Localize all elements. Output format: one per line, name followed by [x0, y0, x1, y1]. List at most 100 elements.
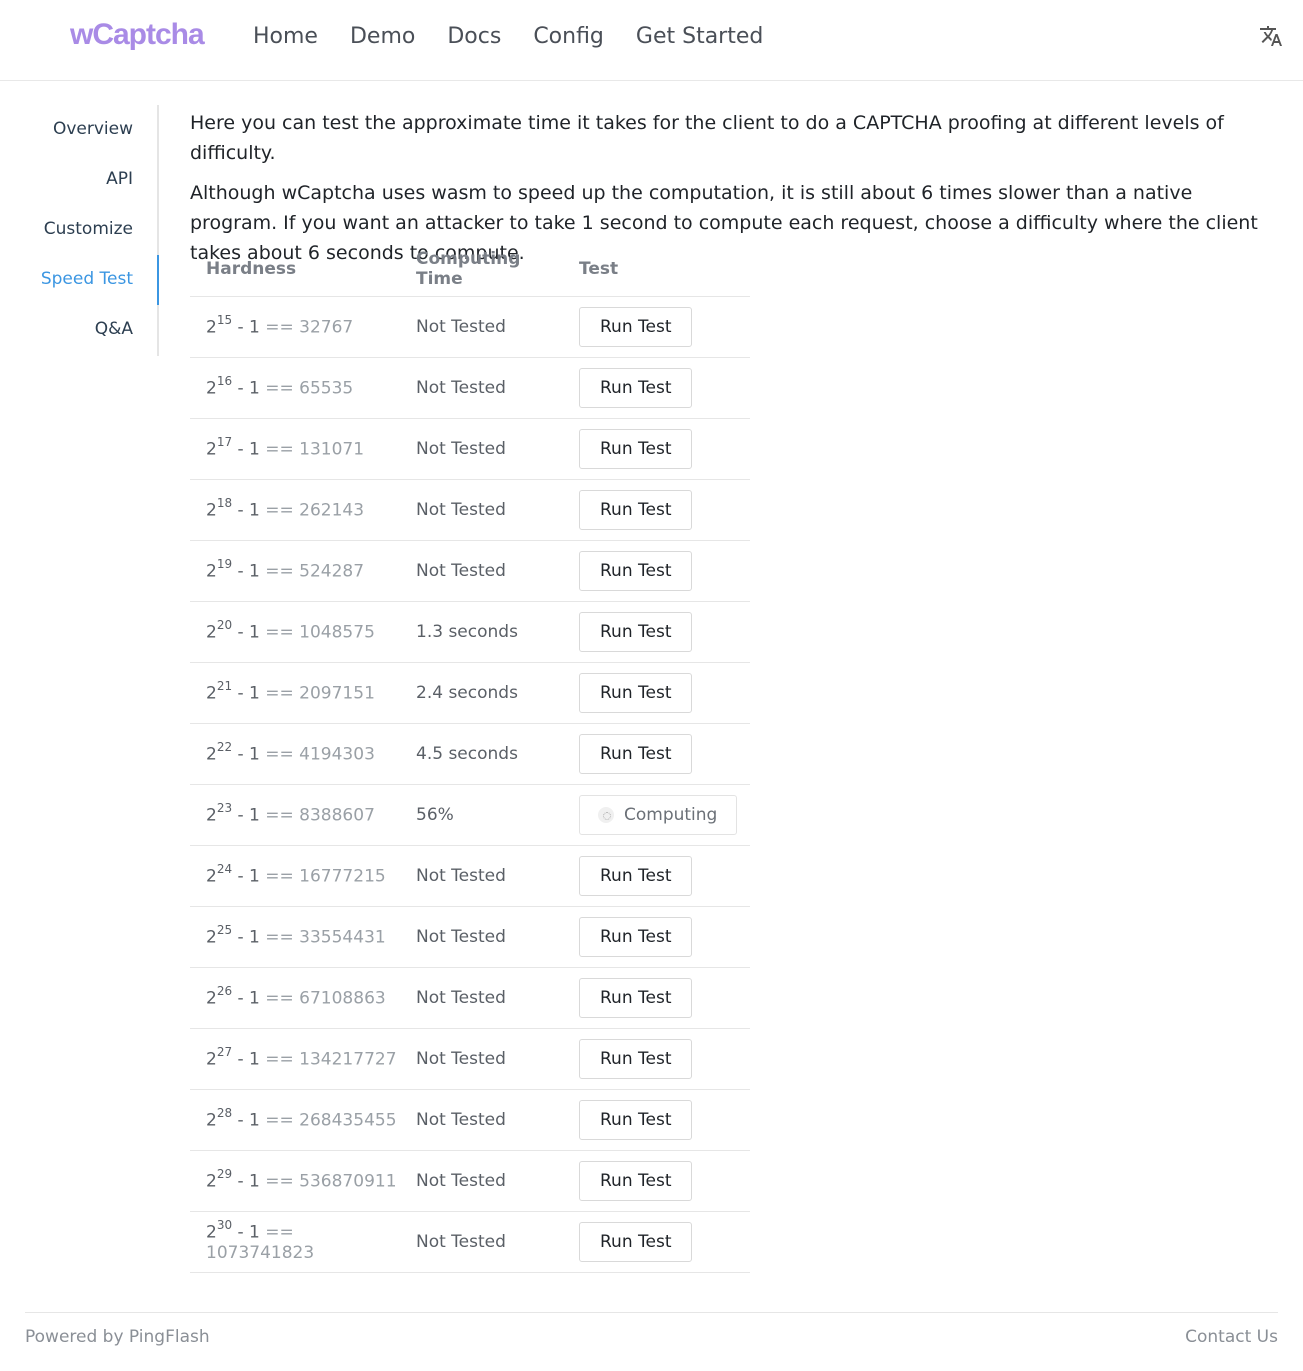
- hardness-minus: - 1: [237, 988, 260, 1009]
- hardness-exponent: 30: [216, 1218, 233, 1233]
- table-row: 218 - 1 == 262143 Not Tested Run Test: [190, 479, 750, 541]
- sidebar-item-overview[interactable]: Overview: [53, 119, 133, 139]
- hardness-minus: - 1: [237, 1171, 260, 1192]
- run-test-button[interactable]: Run Test: [579, 977, 693, 1018]
- test-cell: Run Test: [563, 1150, 750, 1212]
- table-row: 215 - 1 == 32767 Not Tested Run Test: [190, 296, 750, 358]
- computing-time: Not Tested: [416, 1170, 506, 1191]
- test-cell: Run Test: [563, 418, 750, 480]
- hardness-exponent: 28: [216, 1106, 233, 1121]
- computing-time-cell: Not Tested: [400, 418, 563, 480]
- computing-time: Not Tested: [416, 1109, 506, 1130]
- top-navbar: wCaptcha Home Demo Docs Config Get Start…: [0, 0, 1303, 81]
- computing-time: Not Tested: [416, 316, 506, 337]
- computing-time-cell: Not Tested: [400, 357, 563, 419]
- hardness-base: 2: [206, 1222, 217, 1243]
- run-test-button[interactable]: Run Test: [579, 428, 693, 469]
- hardness-cell: 222 - 1 == 4194303: [190, 723, 400, 785]
- table-header-row: Hardness Computing Time Test: [190, 243, 750, 297]
- hardness-cell: 229 - 1 == 536870911: [190, 1150, 400, 1212]
- table-row: 216 - 1 == 65535 Not Tested Run Test: [190, 357, 750, 419]
- run-test-button[interactable]: Run Test: [579, 367, 693, 408]
- run-test-button[interactable]: Run Test: [579, 489, 693, 530]
- hardness-value: == 32767: [265, 317, 354, 338]
- computing-time: Not Tested: [416, 377, 506, 398]
- contact-us-link[interactable]: Contact Us: [1185, 1327, 1278, 1347]
- computing-time-cell: 1.3 seconds: [400, 601, 563, 663]
- table-row: 225 - 1 == 33554431 Not Tested Run Test: [190, 906, 750, 968]
- hardness-value: == 33554431: [265, 927, 386, 948]
- run-test-button[interactable]: Run Test: [579, 1099, 693, 1140]
- hardness-cell: 216 - 1 == 65535: [190, 357, 400, 419]
- sidebar-item-api[interactable]: API: [106, 169, 133, 189]
- table-row: 229 - 1 == 536870911 Not Tested Run Test: [190, 1150, 750, 1212]
- translate-icon[interactable]: [1259, 24, 1283, 48]
- test-cell: Run Test: [563, 906, 750, 968]
- computing-time-cell: Not Tested: [400, 1211, 563, 1273]
- computing-time: Not Tested: [416, 499, 506, 520]
- sidebar-item-qa[interactable]: Q&A: [95, 319, 133, 339]
- hardness-value: == 1048575: [265, 622, 375, 643]
- hardness-exponent: 25: [216, 923, 233, 938]
- table-row: 219 - 1 == 524287 Not Tested Run Test: [190, 540, 750, 602]
- run-test-button[interactable]: Run Test: [579, 550, 693, 591]
- run-test-button[interactable]: Run Test: [579, 306, 693, 347]
- hardness-base: 2: [206, 683, 217, 704]
- nav-docs[interactable]: Docs: [447, 24, 501, 49]
- test-cell: Run Test: [563, 357, 750, 419]
- computing-time-cell: Not Tested: [400, 479, 563, 541]
- test-cell: Run Test: [563, 845, 750, 907]
- nav-home[interactable]: Home: [253, 24, 318, 49]
- hardness-minus: - 1: [237, 561, 260, 582]
- computing-button[interactable]: Computing: [579, 794, 738, 835]
- run-test-button[interactable]: Run Test: [579, 611, 693, 652]
- hardness-cell: 228 - 1 == 268435455: [190, 1089, 400, 1151]
- computing-time-cell: Not Tested: [400, 845, 563, 907]
- computing-time-cell: 2.4 seconds: [400, 662, 563, 724]
- computing-time-cell: Not Tested: [400, 1028, 563, 1090]
- table-row: 222 - 1 == 4194303 4.5 seconds Run Test: [190, 723, 750, 785]
- computing-time-cell: Not Tested: [400, 906, 563, 968]
- nav-config[interactable]: Config: [533, 24, 604, 49]
- hardness-exponent: 23: [216, 801, 233, 816]
- sidebar-item-speed-test[interactable]: Speed Test: [41, 269, 133, 289]
- test-cell: Run Test: [563, 540, 750, 602]
- hardness-value: == 131071: [265, 439, 365, 460]
- run-test-button[interactable]: Run Test: [579, 1160, 693, 1201]
- nav-demo[interactable]: Demo: [350, 24, 415, 49]
- hardness-cell: 217 - 1 == 131071: [190, 418, 400, 480]
- run-test-button[interactable]: Run Test: [579, 1038, 693, 1079]
- hardness-exponent: 15: [216, 313, 233, 328]
- run-test-button[interactable]: Run Test: [579, 672, 693, 713]
- hardness-cell: 230 - 1 == 1073741823: [190, 1211, 400, 1273]
- hardness-base: 2: [206, 622, 217, 643]
- computing-time: Not Tested: [416, 865, 506, 886]
- computing-time-cell: Not Tested: [400, 540, 563, 602]
- sidebar: Overview API Customize Speed Test Q&A: [0, 105, 159, 356]
- hardness-exponent: 27: [216, 1045, 233, 1060]
- test-cell: Computing: [563, 784, 750, 846]
- hardness-cell: 218 - 1 == 262143: [190, 479, 400, 541]
- header-hardness: Hardness: [190, 243, 400, 297]
- hardness-cell: 215 - 1 == 32767: [190, 296, 400, 358]
- computing-time: Not Tested: [416, 926, 506, 947]
- footer: Powered by PingFlash Contact Us: [25, 1312, 1278, 1347]
- sidebar-item-customize[interactable]: Customize: [44, 219, 133, 239]
- logo[interactable]: wCaptcha: [70, 18, 205, 52]
- hardness-exponent: 19: [216, 557, 233, 572]
- nav-get-started[interactable]: Get Started: [636, 24, 763, 49]
- run-test-button[interactable]: Run Test: [579, 733, 693, 774]
- hardness-base: 2: [206, 500, 217, 521]
- hardness-cell: 227 - 1 == 134217727: [190, 1028, 400, 1090]
- run-test-button[interactable]: Run Test: [579, 916, 693, 957]
- intro-paragraph: Here you can test the approximate time i…: [190, 112, 1224, 164]
- computing-time: Not Tested: [416, 560, 506, 581]
- hardness-exponent: 22: [216, 740, 233, 755]
- run-test-button[interactable]: Run Test: [579, 1221, 693, 1262]
- run-test-button[interactable]: Run Test: [579, 855, 693, 896]
- hardness-base: 2: [206, 1171, 217, 1192]
- test-cell: Run Test: [563, 1211, 750, 1273]
- hardness-cell: 220 - 1 == 1048575: [190, 601, 400, 663]
- computing-time: 2.4 seconds: [416, 682, 518, 703]
- hardness-minus: - 1: [237, 927, 260, 948]
